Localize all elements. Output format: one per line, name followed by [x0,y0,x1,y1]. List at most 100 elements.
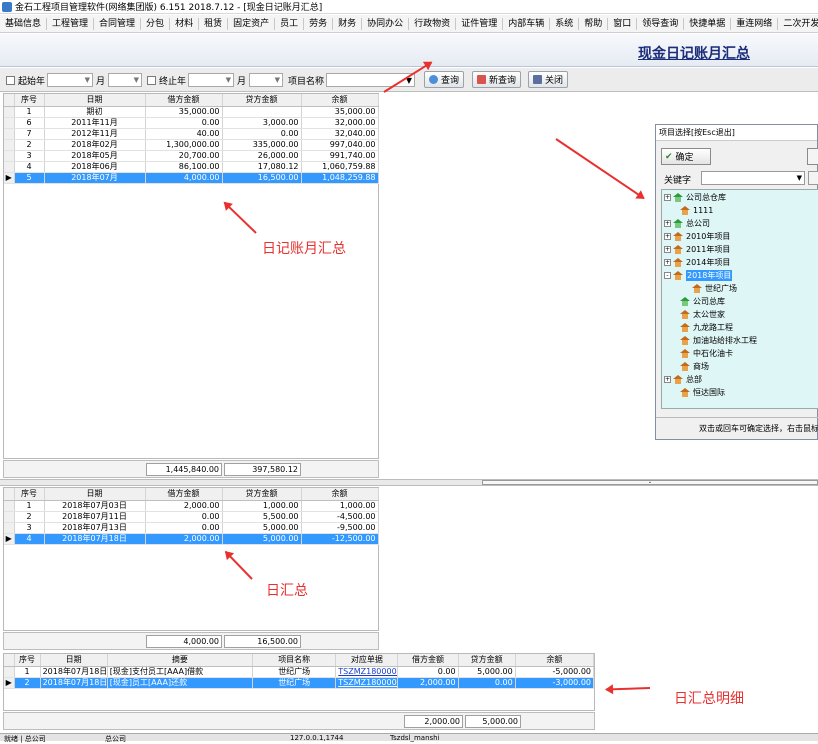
column-header[interactable]: 序号 [14,488,45,501]
row-indicator[interactable]: ▶ [4,172,15,184]
row-indicator[interactable] [4,117,15,129]
menu-item[interactable]: 重连网络 [731,17,779,30]
dialog-button-partial[interactable] [807,148,818,165]
table-row[interactable]: ▶ 5 2018年07月 4,000.00 16,500.00 1,048,259.88 [4,172,379,184]
column-header[interactable]: 序号 [14,654,41,667]
column-header[interactable]: 项目名称 [252,654,337,667]
table-row[interactable]: 3 2018年07月13日 0.00 5,000.00 -9,500.00 [4,522,379,534]
menu-item[interactable]: 二次开发 [778,18,818,30]
menu-item[interactable]: 内部车辆 [503,17,551,30]
table-row[interactable]: 1 2018年07月03日 2,000.00 1,000.00 1,000.00 [4,500,379,512]
tree-node[interactable]: +2010年项目 [664,230,730,243]
tree-node[interactable]: 太公世家 [676,308,725,321]
end-month-select[interactable]: ▼ [249,73,283,87]
table-row[interactable]: 6 2011年11月 0.00 3,000.00 32,000.00 [4,117,379,129]
column-header[interactable]: 借方金额 [397,654,459,667]
ok-button[interactable]: ✔ 确定 [661,148,711,165]
table-row[interactable]: 4 2018年06月 86,100.00 17,080.12 1,060,759.88 [4,161,379,173]
column-header[interactable]: 摘要 [107,654,254,667]
menu-item[interactable]: 劳务 [304,17,334,30]
menu-item[interactable]: 行政物资 [409,17,457,30]
tree-node[interactable]: + 总公司 [664,217,710,230]
menu-item[interactable]: 窗口 [608,17,638,30]
column-header[interactable]: 日期 [44,94,146,107]
start-year-select[interactable]: ▼ [47,73,93,87]
tree-node[interactable]: - 2018年项目 [664,269,733,282]
column-header[interactable]: 日期 [44,488,146,501]
project-tree[interactable]: + 公司总仓库 1111 + 总公司 +2010年项目 +2011年项目 +2014年项目 -2… [661,189,818,409]
table-cell[interactable]: TSZMZ180000005 [335,677,399,689]
end-year-select[interactable]: ▼ [188,73,234,87]
expand-icon[interactable]: + [664,220,671,227]
table-row[interactable]: 1 期初 35,000.00 35,000.00 [4,106,379,118]
end-year-checkbox[interactable] [147,75,156,85]
menu-item[interactable]: 分包 [141,17,171,30]
table-row[interactable]: 3 2018年05月 20,700.00 26,000.00 991,740.00 [4,150,379,162]
menu-item[interactable]: 财务 [333,17,363,30]
tree-node[interactable]: + 总部 [664,373,702,386]
expand-icon[interactable]: + [664,376,671,383]
start-year-filter[interactable]: 起始年 [6,73,45,87]
tree-node[interactable]: 世纪广场 [688,282,737,295]
new-query-button[interactable]: 新查询 [472,71,522,88]
row-indicator[interactable] [4,150,15,162]
tree-node[interactable]: +2014年项目 [664,256,730,269]
start-year-checkbox[interactable] [6,75,15,85]
expand-icon[interactable]: + [664,246,671,253]
table-row[interactable]: ▶ 4 2018年07月18日 2,000.00 5,000.00 -12,500.00 [4,533,379,545]
menu-item[interactable]: 协同办公 [362,17,410,30]
tree-node[interactable]: 九龙路工程 [676,321,733,334]
column-header[interactable]: 余额 [301,488,379,501]
query-button[interactable]: 查询 [424,71,465,88]
column-header[interactable]: 借方金额 [145,94,223,107]
tree-node[interactable]: + 公司总仓库 [664,191,726,204]
menu-item[interactable]: 合同管理 [94,17,142,30]
column-header[interactable]: 贷方金额 [222,94,302,107]
menu-item[interactable]: 员工 [275,17,305,30]
table-row[interactable]: 1 2018年07月18日 [现金]支付员工[AAA]借款 世纪广场 TSZMZ1800… [4,666,595,678]
column-header[interactable]: 序号 [14,94,45,107]
row-indicator[interactable] [4,106,15,118]
tree-node[interactable]: 公司总库 [676,295,725,308]
table-cell[interactable]: TSZMZ180000005 [335,666,399,678]
tree-node[interactable]: 恒达国际 [676,386,725,399]
column-header[interactable]: 贷方金额 [458,654,516,667]
row-indicator[interactable]: ▶ [4,533,15,545]
column-header[interactable]: 贷方金额 [222,488,302,501]
menu-item[interactable]: 材料 [170,17,200,30]
row-indicator[interactable] [4,161,15,173]
column-header[interactable]: 对应单据 [335,654,399,667]
daily-detail-grid[interactable]: 序号 日期 摘要 项目名称 对应单据 借方金额 贷方金额 余额 1 2018年07月18日 [现金… [3,653,595,711]
row-indicator[interactable] [4,511,15,523]
menu-item[interactable]: 工程管理 [47,17,95,30]
menu-item[interactable]: 租赁 [199,17,229,30]
keyword-button-partial[interactable] [808,171,818,185]
tree-node[interactable]: 1111 [676,204,713,217]
row-indicator[interactable] [4,522,15,534]
table-row[interactable]: 7 2012年11月 40.00 0.00 32,040.00 [4,128,379,140]
row-indicator[interactable] [4,500,15,512]
table-row[interactable]: 2 2018年02月 1,300,000.00 335,000.00 997,040.0… [4,139,379,151]
close-button[interactable]: 关闭 [528,71,569,88]
expand-icon[interactable]: + [664,194,671,201]
collapse-icon[interactable]: - [664,272,671,279]
row-indicator[interactable]: ▶ [4,677,15,689]
tree-node[interactable]: 加油站给排水工程 [676,334,757,347]
start-month-select[interactable]: ▼ [108,73,142,87]
tree-node[interactable]: 商场 [676,360,709,373]
menu-item[interactable]: 领导查询 [637,17,685,30]
table-row[interactable]: 2 2018年07月11日 0.00 5,500.00 -4,500.00 [4,511,379,523]
expand-icon[interactable]: + [664,259,671,266]
row-indicator[interactable] [4,128,15,140]
row-indicator[interactable] [4,139,15,151]
monthly-summary-grid[interactable]: 序号 日期 借方金额 贷方金额 余额 1 期初 35,000.00 35,000.00 6 201… [3,93,379,459]
menu-item[interactable]: 系统 [550,17,580,30]
tree-node[interactable]: 中石化油卡 [676,347,733,360]
end-year-filter[interactable]: 终止年 [147,73,186,87]
column-header[interactable]: 借方金额 [145,488,223,501]
menu-item[interactable]: 证件管理 [456,17,504,30]
column-header[interactable]: 日期 [40,654,108,667]
daily-summary-grid[interactable]: 序号 日期 借方金额 贷方金额 余额 1 2018年07月03日 2,000.00 1,000… [3,487,379,631]
collapse-handle[interactable]: ⌄ [482,480,818,485]
horizontal-splitter[interactable]: ⌄ [0,479,818,486]
